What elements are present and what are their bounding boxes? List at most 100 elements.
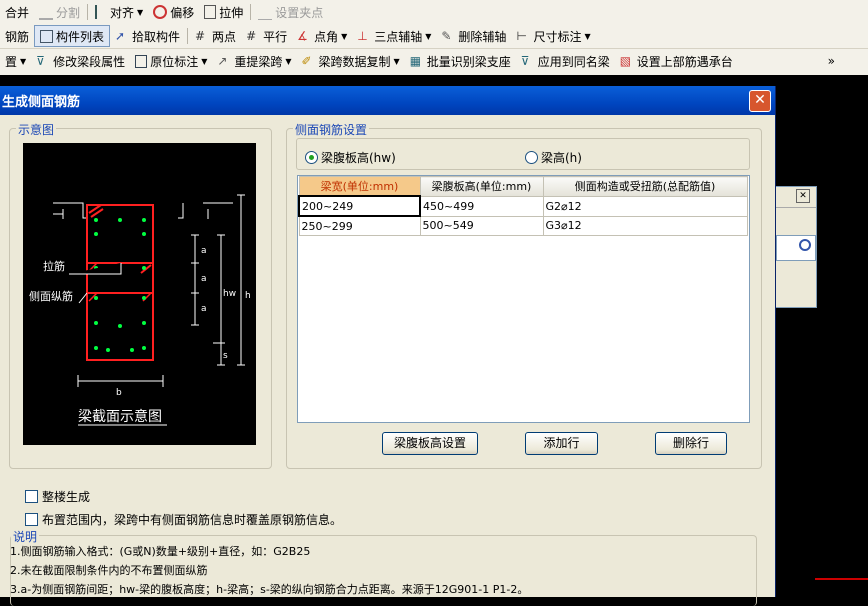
close-button[interactable]: ✕ [749,90,771,112]
origin-label-button[interactable]: 原位标注 ▼ [130,50,212,72]
dropdown-arrow-icon: ▼ [341,31,348,41]
copy-brush-icon: ✐ [301,54,312,68]
dropdown-arrow-icon: ▼ [393,56,400,66]
point-angle-button[interactable]: ∡ 点角 ▼ [292,25,352,47]
settings-table: 梁宽(单位:mm) 梁腹板高(单位:mm) 侧面构造或受扭筋(总配筋值) 200… [298,176,748,236]
dim-s: s [223,351,228,361]
add-row-button[interactable]: 添加行 [525,432,598,455]
re-extract-span-label: 重提梁跨 [234,54,283,69]
cell-web-height[interactable]: 450~499 [419,195,544,217]
toolbar: 合并 分割 对齐 ▼ 偏移 拉伸 设置夹点 钢筋 构件列表 ➚ 拾取构件 # 两点 #… [0,0,868,75]
cell-side-rebar[interactable]: G2⌀12 [542,195,748,217]
merge-button[interactable]: 合并 [0,1,34,23]
dropdown-arrow-icon: ▼ [425,31,432,41]
cell-side-rebar[interactable]: G3⌀12 [542,215,748,236]
whole-floor-checkbox-box[interactable] [25,490,38,503]
web-height-settings-button[interactable]: 梁腹板高设置 [382,432,478,455]
dim-b: b [116,388,122,398]
background-search-field[interactable] [776,235,816,261]
three-point-aux-label: 三点辅轴 [374,29,423,44]
align-button[interactable]: 对齐 ▼ [90,1,148,23]
stretch-button[interactable]: 拉伸 [199,1,248,23]
background-window: ✕ [775,186,817,308]
set-top-rebar-cap-label: 设置上部筋遇承台 [636,54,733,69]
apply-icon: ⊽ [520,54,530,68]
note-line-3: 3.a-为侧面钢筋间距；hw-梁的腹板高度；h-梁高；s-梁的纵向钢筋合力点距离… [10,583,529,596]
copy-span-data-button[interactable]: ✐ 梁跨数据复制 ▼ [297,50,405,72]
split-label: 分割 [56,5,81,20]
two-points-button[interactable]: # 两点 [190,25,241,47]
split-icon [39,4,54,20]
set-top-rebar-cap-button[interactable]: ▧ 设置上部筋遇承台 [615,50,738,72]
dimension-button[interactable]: ⊢ 尺寸标注 ▼ [511,25,595,47]
offset-label: 偏移 [170,5,195,20]
table-header-row: 梁宽(单位:mm) 梁腹板高(单位:mm) 侧面构造或受扭筋(总配筋值) [298,176,748,197]
radio-web-height-indicator[interactable] [305,151,318,164]
toolbar-row-2: 钢筋 构件列表 ➚ 拾取构件 # 两点 # 平行 ∡ 点角 ▼ ⊥ 三点辅轴 ▼ ✎ 删除辅轴 … [0,24,868,48]
delete-row-button[interactable]: 删除行 [655,432,727,455]
set-grip-label: 设置夹点 [275,5,324,20]
whole-floor-checkbox[interactable]: 整楼生成 [25,488,90,505]
overwrite-checkbox[interactable]: 布置范围内，梁跨中有侧面钢筋信息时覆盖原钢筋信息。 [25,511,342,528]
re-extract-icon: ↗ [217,54,228,68]
settings-legend: 侧面钢筋设置 [293,121,370,138]
dropdown-arrow-icon: ▼ [285,56,292,66]
delete-aux-label: 删除辅轴 [458,29,507,44]
overflow-button[interactable]: » [823,50,840,72]
modify-beam-props-button[interactable]: ⊽ 修改梁段属性 [31,50,130,72]
diagram-caption: 梁截面示意图 [78,408,162,425]
overflow-icon: » [827,54,835,68]
dropdown-arrow-icon: ▼ [201,56,208,66]
generate-side-rebar-dialog: 生成侧面钢筋 ✕ 示意图 拉筋 侧面纵筋 a a a hw h s b 梁截面示… [0,86,776,606]
separator [187,28,189,44]
offset-icon [153,5,168,19]
header-side-rebar[interactable]: 侧面构造或受扭筋(总配筋值) [542,176,748,197]
cell-web-height[interactable]: 500~549 [419,215,544,236]
radio-web-height-label: 梁腹板高(hw) [321,151,396,165]
point-angle-icon: ∡ [297,29,308,43]
grip-icon [258,5,273,20]
delete-aux-button[interactable]: ✎ 删除辅轴 [436,25,511,47]
origin-label-icon [135,54,148,68]
search-icon[interactable] [799,239,811,251]
dim-a-3: a [201,304,207,314]
overwrite-label: 布置范围内，梁跨中有侧面钢筋信息时覆盖原钢筋信息。 [42,513,343,527]
radio-beam-height[interactable]: 梁高(h) [525,149,582,166]
rebar-dots [94,218,146,352]
stretch-icon [204,5,217,19]
settings-menu[interactable]: 置 ▼ [0,50,31,72]
two-points-label: 两点 [212,29,237,44]
pick-component-button[interactable]: ➚ 拾取构件 [110,25,185,47]
pick-component-label: 拾取构件 [132,29,181,44]
separator [87,4,89,20]
note-line-1: 1.侧面钢筋输入格式：(G或N)数量+级别+直径，如：G2B25 [10,545,311,558]
header-web-height[interactable]: 梁腹板高(单位:mm) [419,176,544,197]
radio-beam-height-label: 梁高(h) [541,151,582,165]
dropdown-arrow-icon: ▼ [584,31,591,41]
rebar-menu[interactable]: 钢筋 [0,25,34,47]
cell-beam-width[interactable]: 200~249 [298,195,421,217]
set-top-rebar-icon: ▧ [619,54,632,68]
table-row: 200~249 450~499 G2⌀12 [298,195,748,217]
align-label: 对齐 [110,5,135,20]
parallel-button[interactable]: # 平行 [241,25,292,47]
offset-button[interactable]: 偏移 [148,1,199,23]
component-list-button[interactable]: 构件列表 [34,25,111,47]
radio-web-height[interactable]: 梁腹板高(hw) [305,149,396,166]
beam-section-svg: 拉筋 侧面纵筋 a a a hw h s b 梁截面示意图 [29,194,251,426]
copy-span-data-label: 梁跨数据复制 [318,54,391,69]
three-point-aux-button[interactable]: ⊥ 三点辅轴 ▼ [352,25,436,47]
split-button[interactable]: 分割 [34,1,85,23]
radio-beam-height-indicator[interactable] [525,151,538,164]
set-grip-button[interactable]: 设置夹点 [253,1,328,23]
re-extract-span-button[interactable]: ↗ 重提梁跨 ▼ [212,50,296,72]
cell-beam-width[interactable]: 250~299 [298,215,421,236]
overwrite-checkbox-box[interactable] [25,513,38,526]
dim-a-2: a [201,274,207,284]
batch-identify-support-button[interactable]: ▦ 批量识别梁支座 [405,50,516,72]
header-beam-width[interactable]: 梁宽(单位:mm) [298,176,421,197]
apply-same-name-beam-button[interactable]: ⊽ 应用到同名梁 [516,50,615,72]
dimension-icon: ⊢ [516,29,527,43]
height-mode-group: 梁腹板高(hw) 梁高(h) [296,138,750,170]
background-close-button[interactable]: ✕ [796,189,810,203]
